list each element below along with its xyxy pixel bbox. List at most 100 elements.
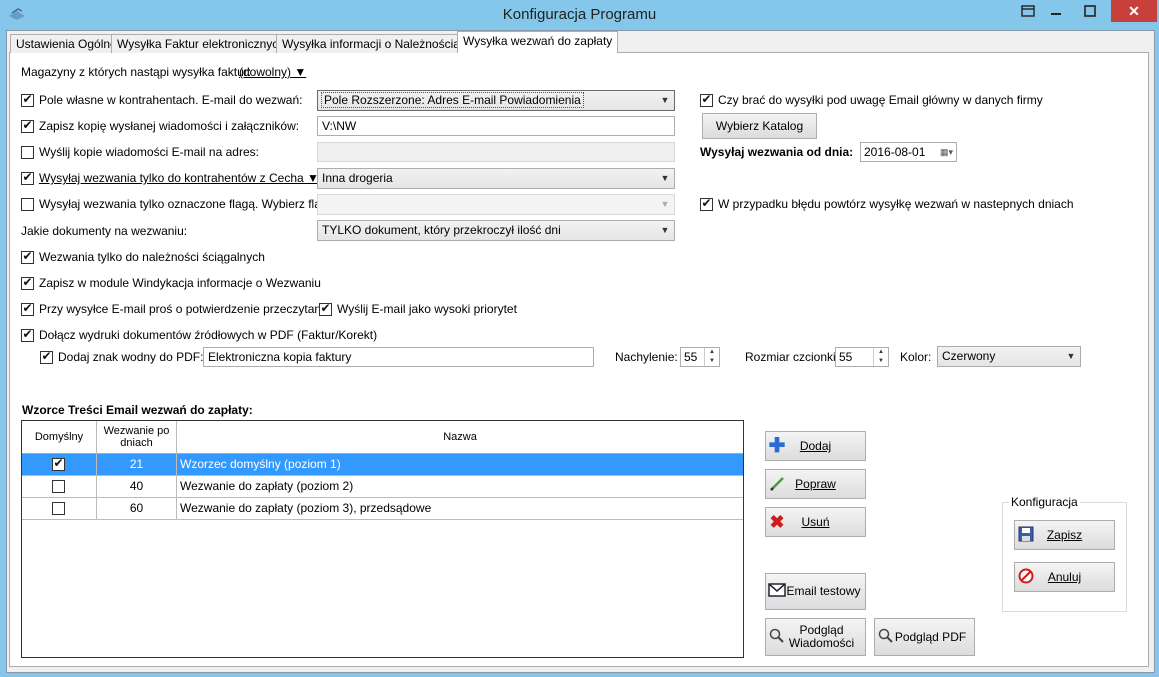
test-email-button[interactable]: Email testowy: [765, 573, 866, 610]
choose-directory-button[interactable]: Wybierz Katalog: [702, 113, 817, 139]
table-row[interactable]: 40 Wezwanie do zapłaty (poziom 2): [22, 476, 743, 498]
color-select[interactable]: Czerwony ▼: [937, 346, 1081, 367]
check-icon: ✔: [53, 456, 64, 470]
font-size-value: 55: [839, 350, 853, 364]
spinner-arrows-icon[interactable]: ▲ ▼: [704, 348, 719, 366]
name-cell: Wezwanie do zapłaty (poziom 2): [180, 479, 354, 493]
preview-pdf-label: Podgląd PDF: [894, 630, 967, 644]
default-cell[interactable]: [22, 476, 97, 497]
custom-field-select[interactable]: Pole Rozszerzone: Adres E-mail Powiadomi…: [317, 90, 675, 111]
check-icon: ✔: [22, 249, 33, 263]
check-icon: ✔: [701, 196, 712, 210]
save-copy-label: Zapisz kopię wysłanej wiadomości i załąc…: [39, 119, 300, 133]
column-header-default[interactable]: Domyślny: [22, 421, 97, 454]
column-header-name[interactable]: Nazwa: [177, 421, 743, 454]
save-copy-checkbox[interactable]: ✔: [21, 118, 34, 133]
edit-label: Popraw: [795, 477, 836, 491]
send-copy-checkbox[interactable]: [21, 146, 34, 159]
check-icon: ✔: [22, 118, 33, 132]
restore-icon[interactable]: [1017, 0, 1039, 22]
save-module-label: Zapisz w module Windykacja informacje o …: [39, 276, 321, 290]
attach-pdf-label: Dołącz wydruki dokumentów źródłowych w P…: [39, 328, 378, 342]
feature-checkbox[interactable]: ✔: [21, 170, 34, 185]
flag-select[interactable]: ▼: [317, 194, 675, 215]
tab-payment-reminders[interactable]: Wysyłka wezwań do zapłaty: [457, 31, 619, 53]
send-copy-email-input[interactable]: [317, 142, 675, 162]
preview-pdf-button[interactable]: Podgląd PDF: [874, 618, 975, 656]
check-icon: ✔: [320, 301, 331, 315]
custom-field-label: Pole własne w kontrahentach. E-mail do w…: [39, 93, 303, 107]
chevron-down-icon: ▼: [1066, 351, 1076, 361]
check-icon: ✔: [41, 349, 52, 363]
color-label: Kolor:: [900, 350, 932, 364]
main-email-checkbox[interactable]: ✔: [700, 92, 713, 107]
read-receipt-label: Przy wysyłce E-mail proś o potwierdzenie…: [39, 302, 331, 316]
documents-value: TYLKO dokument, który przekroczył ilość …: [322, 223, 561, 237]
high-priority-label: Wyślij E-mail jako wysoki priorytet: [337, 302, 517, 316]
days-cell: 21: [97, 454, 177, 475]
days-cell: 40: [97, 476, 177, 497]
font-size-label: Rozmiar czcionki:: [745, 350, 840, 364]
watermark-checkbox[interactable]: ✔: [40, 349, 53, 364]
check-icon: ✔: [22, 301, 33, 315]
edit-button[interactable]: Popraw: [765, 469, 866, 499]
close-icon[interactable]: ✕: [1111, 0, 1157, 22]
add-button[interactable]: ✚ Dodaj: [765, 431, 866, 461]
tilt-spinner[interactable]: 55 ▲ ▼: [680, 347, 720, 367]
tilt-label: Nachylenie:: [615, 350, 678, 364]
warehouses-dropdown[interactable]: (dowolny) ▼: [239, 65, 306, 79]
cancel-button[interactable]: Anuluj: [1014, 562, 1115, 592]
chevron-down-icon: ▼: [660, 95, 670, 105]
default-checkbox[interactable]: [52, 480, 65, 493]
collectible-label: Wezwania tylko do należności ściągalnych: [39, 250, 265, 264]
custom-field-checkbox[interactable]: ✔: [21, 92, 34, 107]
default-checkbox[interactable]: [52, 502, 65, 515]
cancel-label: Anuluj: [1047, 570, 1082, 584]
maximize-icon[interactable]: [1075, 0, 1105, 22]
save-module-checkbox[interactable]: ✔: [21, 275, 34, 290]
plus-icon: ✚: [768, 435, 786, 457]
default-checkbox[interactable]: ✔: [52, 456, 65, 471]
documents-select[interactable]: TYLKO dokument, który przekroczył ilość …: [317, 220, 675, 241]
magnifier-icon: [768, 628, 786, 646]
magnifier-icon: [877, 628, 895, 646]
window-title: Konfiguracja Programu: [502, 6, 657, 23]
feature-dropdown-label[interactable]: Wysyłaj wezwania tylko do kontrahentów z…: [39, 171, 319, 185]
delete-x-icon: ✖: [769, 512, 785, 532]
send-from-date-picker[interactable]: 2016-08-01 ▦▾: [860, 142, 957, 162]
retry-checkbox[interactable]: ✔: [700, 196, 713, 211]
table-row[interactable]: ✔ 21 Wzorzec domyślny (poziom 1): [22, 454, 743, 476]
tab-general[interactable]: Ustawienia Ogólne: [10, 34, 123, 53]
preview-message-label: Podgląd Wiadomości: [788, 623, 855, 650]
default-cell[interactable]: ✔: [22, 454, 97, 475]
feature-select[interactable]: Inna drogeria ▼: [317, 168, 675, 189]
default-cell[interactable]: [22, 498, 97, 519]
font-size-spinner[interactable]: 55 ▲ ▼: [835, 347, 889, 367]
minimize-icon[interactable]: [1043, 0, 1069, 22]
warehouses-label: Magazyny z których nastąpi wysyłka faktu…: [21, 65, 252, 79]
high-priority-checkbox[interactable]: ✔: [319, 301, 332, 316]
delete-button[interactable]: ✖ Usuń: [765, 507, 866, 537]
column-header-days[interactable]: Wezwanie po dniach: [97, 421, 177, 454]
tab-e-invoices[interactable]: Wysyłka Faktur elektronicznych: [111, 34, 291, 53]
table-row[interactable]: 60 Wezwanie do zapłaty (poziom 3), przeds…: [22, 498, 743, 520]
spinner-arrows-icon[interactable]: ▲ ▼: [873, 348, 888, 366]
check-icon: ✔: [22, 327, 33, 341]
save-button[interactable]: Zapisz: [1014, 520, 1115, 550]
collectible-checkbox[interactable]: ✔: [21, 249, 34, 264]
name-cell: Wzorzec domyślny (poziom 1): [180, 457, 341, 471]
check-icon: ✔: [701, 92, 712, 106]
read-receipt-checkbox[interactable]: ✔: [21, 301, 34, 316]
preview-message-button[interactable]: Podgląd Wiadomości: [765, 618, 866, 656]
save-copy-path-input[interactable]: V:\NW: [317, 116, 675, 136]
templates-grid: Domyślny Wezwanie po dniach Nazwa ✔ 21 Wzo…: [21, 420, 744, 658]
attach-pdf-checkbox[interactable]: ✔: [21, 327, 34, 342]
watermark-text-input[interactable]: Elektroniczna kopia faktury: [203, 347, 594, 367]
calendar-icon[interactable]: ▦▾: [940, 143, 953, 161]
choose-directory-label: Wybierz Katalog: [715, 119, 804, 133]
flag-checkbox[interactable]: [21, 198, 34, 211]
check-icon: ✔: [22, 275, 33, 289]
check-icon: ✔: [22, 92, 33, 106]
custom-field-value: Pole Rozszerzone: Adres E-mail Powiadomi…: [321, 92, 584, 108]
tab-receivables-info[interactable]: Wysyłka informacji o Należnościach: [276, 34, 479, 53]
